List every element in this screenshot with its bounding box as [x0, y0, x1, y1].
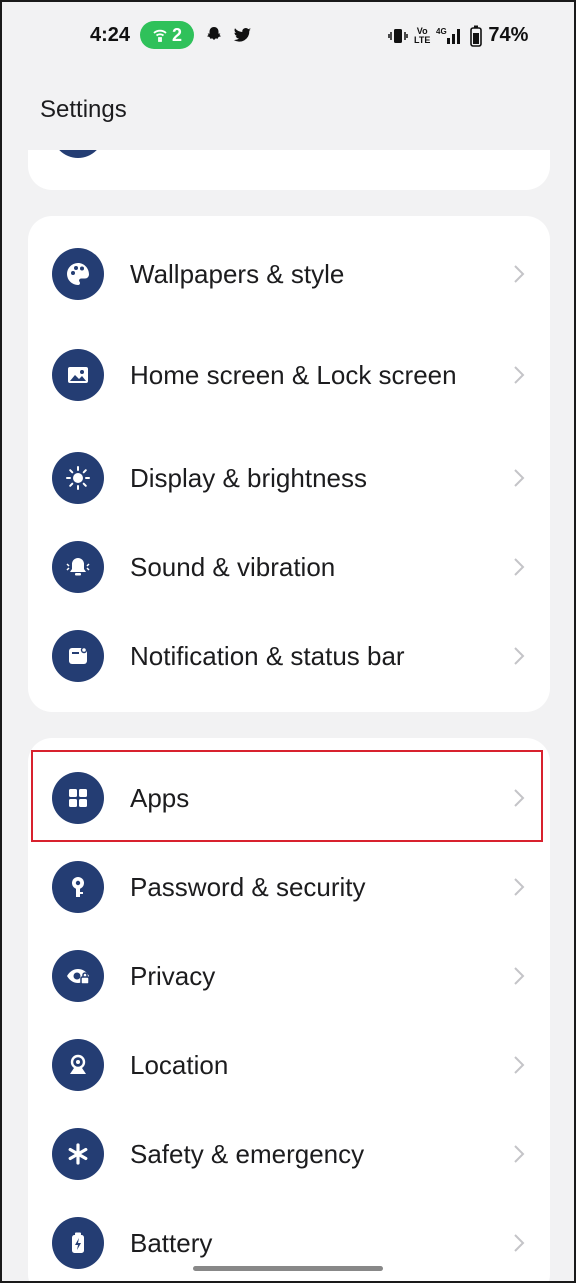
apps-grid-icon	[52, 772, 104, 824]
chevron-right-icon	[514, 647, 525, 665]
settings-item-apps[interactable]: Apps	[28, 758, 550, 838]
chevron-right-icon	[514, 1056, 525, 1074]
home-indicator[interactable]	[193, 1266, 383, 1271]
partial-item-icon	[52, 150, 104, 158]
settings-item-label: Battery	[130, 1227, 213, 1258]
settings-item-label: Display & brightness	[130, 462, 367, 493]
bell-icon	[52, 541, 104, 593]
privacy-eye-icon	[52, 950, 104, 1002]
chevron-right-icon	[514, 366, 525, 384]
settings-item-label: Safety & emergency	[130, 1138, 365, 1169]
settings-item-location[interactable]: Location	[28, 1025, 550, 1105]
settings-card-partial	[28, 150, 550, 190]
settings-item-privacy[interactable]: Privacy	[28, 936, 550, 1016]
settings-item-safety[interactable]: Safety & emergency	[28, 1114, 550, 1194]
status-bar: 4:24 2 Vo LTE 4G 74%	[0, 0, 576, 70]
signal-icon: 4G	[436, 27, 461, 44]
chevron-right-icon	[514, 1234, 525, 1252]
settings-item-label: Privacy	[130, 960, 216, 991]
hotspot-icon	[153, 29, 167, 42]
settings-item-wallpapers[interactable]: Wallpapers & style	[28, 234, 550, 314]
settings-item-home-lock[interactable]: Home screen & Lock screen	[28, 320, 550, 430]
settings-list[interactable]: Wallpapers & style Home screen & Lock sc…	[0, 150, 576, 1283]
chevron-right-icon	[514, 469, 525, 487]
battery-status-icon	[470, 25, 483, 47]
twitter-icon	[233, 28, 251, 42]
chevron-right-icon	[514, 967, 525, 985]
status-right: Vo LTE 4G 74%	[388, 24, 528, 47]
status-time: 4:24	[90, 24, 131, 46]
svg-text:4G: 4G	[436, 27, 447, 36]
palette-icon	[52, 248, 104, 300]
settings-item-battery[interactable]: Battery	[28, 1203, 550, 1283]
page-title: Settings	[40, 96, 127, 123]
settings-item-label: Wallpapers & style	[130, 258, 345, 289]
settings-item-display[interactable]: Display & brightness	[28, 438, 550, 518]
location-icon	[52, 1039, 104, 1091]
settings-card-system: Apps Password & security Privacy Locatio…	[28, 738, 550, 1283]
chevron-right-icon	[514, 878, 525, 896]
battery-icon	[52, 1217, 104, 1269]
chevron-right-icon	[514, 558, 525, 576]
settings-card-personalization: Wallpapers & style Home screen & Lock sc…	[28, 216, 550, 712]
asterisk-icon	[52, 1128, 104, 1180]
battery-percent: 74%	[488, 24, 529, 46]
settings-item-label: Home screen & Lock screen	[130, 359, 457, 390]
chevron-right-icon	[514, 265, 525, 283]
settings-item-label: Apps	[130, 782, 190, 813]
settings-item-label: Password & security	[130, 871, 366, 902]
settings-item-password[interactable]: Password & security	[28, 847, 550, 927]
chevron-right-icon	[514, 789, 525, 807]
settings-item-label: Location	[130, 1049, 229, 1080]
hotspot-pill[interactable]: 2	[140, 21, 194, 49]
settings-item-notification[interactable]: Notification & status bar	[28, 616, 550, 696]
notification-icon	[52, 630, 104, 682]
key-icon	[52, 861, 104, 913]
brightness-icon	[52, 452, 104, 504]
snapchat-icon	[207, 27, 221, 40]
settings-item-sound[interactable]: Sound & vibration	[28, 527, 550, 607]
hotspot-count: 2	[171, 24, 182, 45]
app-header: Settings	[0, 70, 576, 150]
vibrate-icon	[388, 28, 408, 43]
chevron-right-icon	[514, 1145, 525, 1163]
image-icon	[52, 349, 104, 401]
volte-tag: Vo LTE	[414, 25, 431, 45]
settings-item-label: Notification & status bar	[130, 640, 405, 671]
settings-item-label: Sound & vibration	[130, 551, 336, 582]
